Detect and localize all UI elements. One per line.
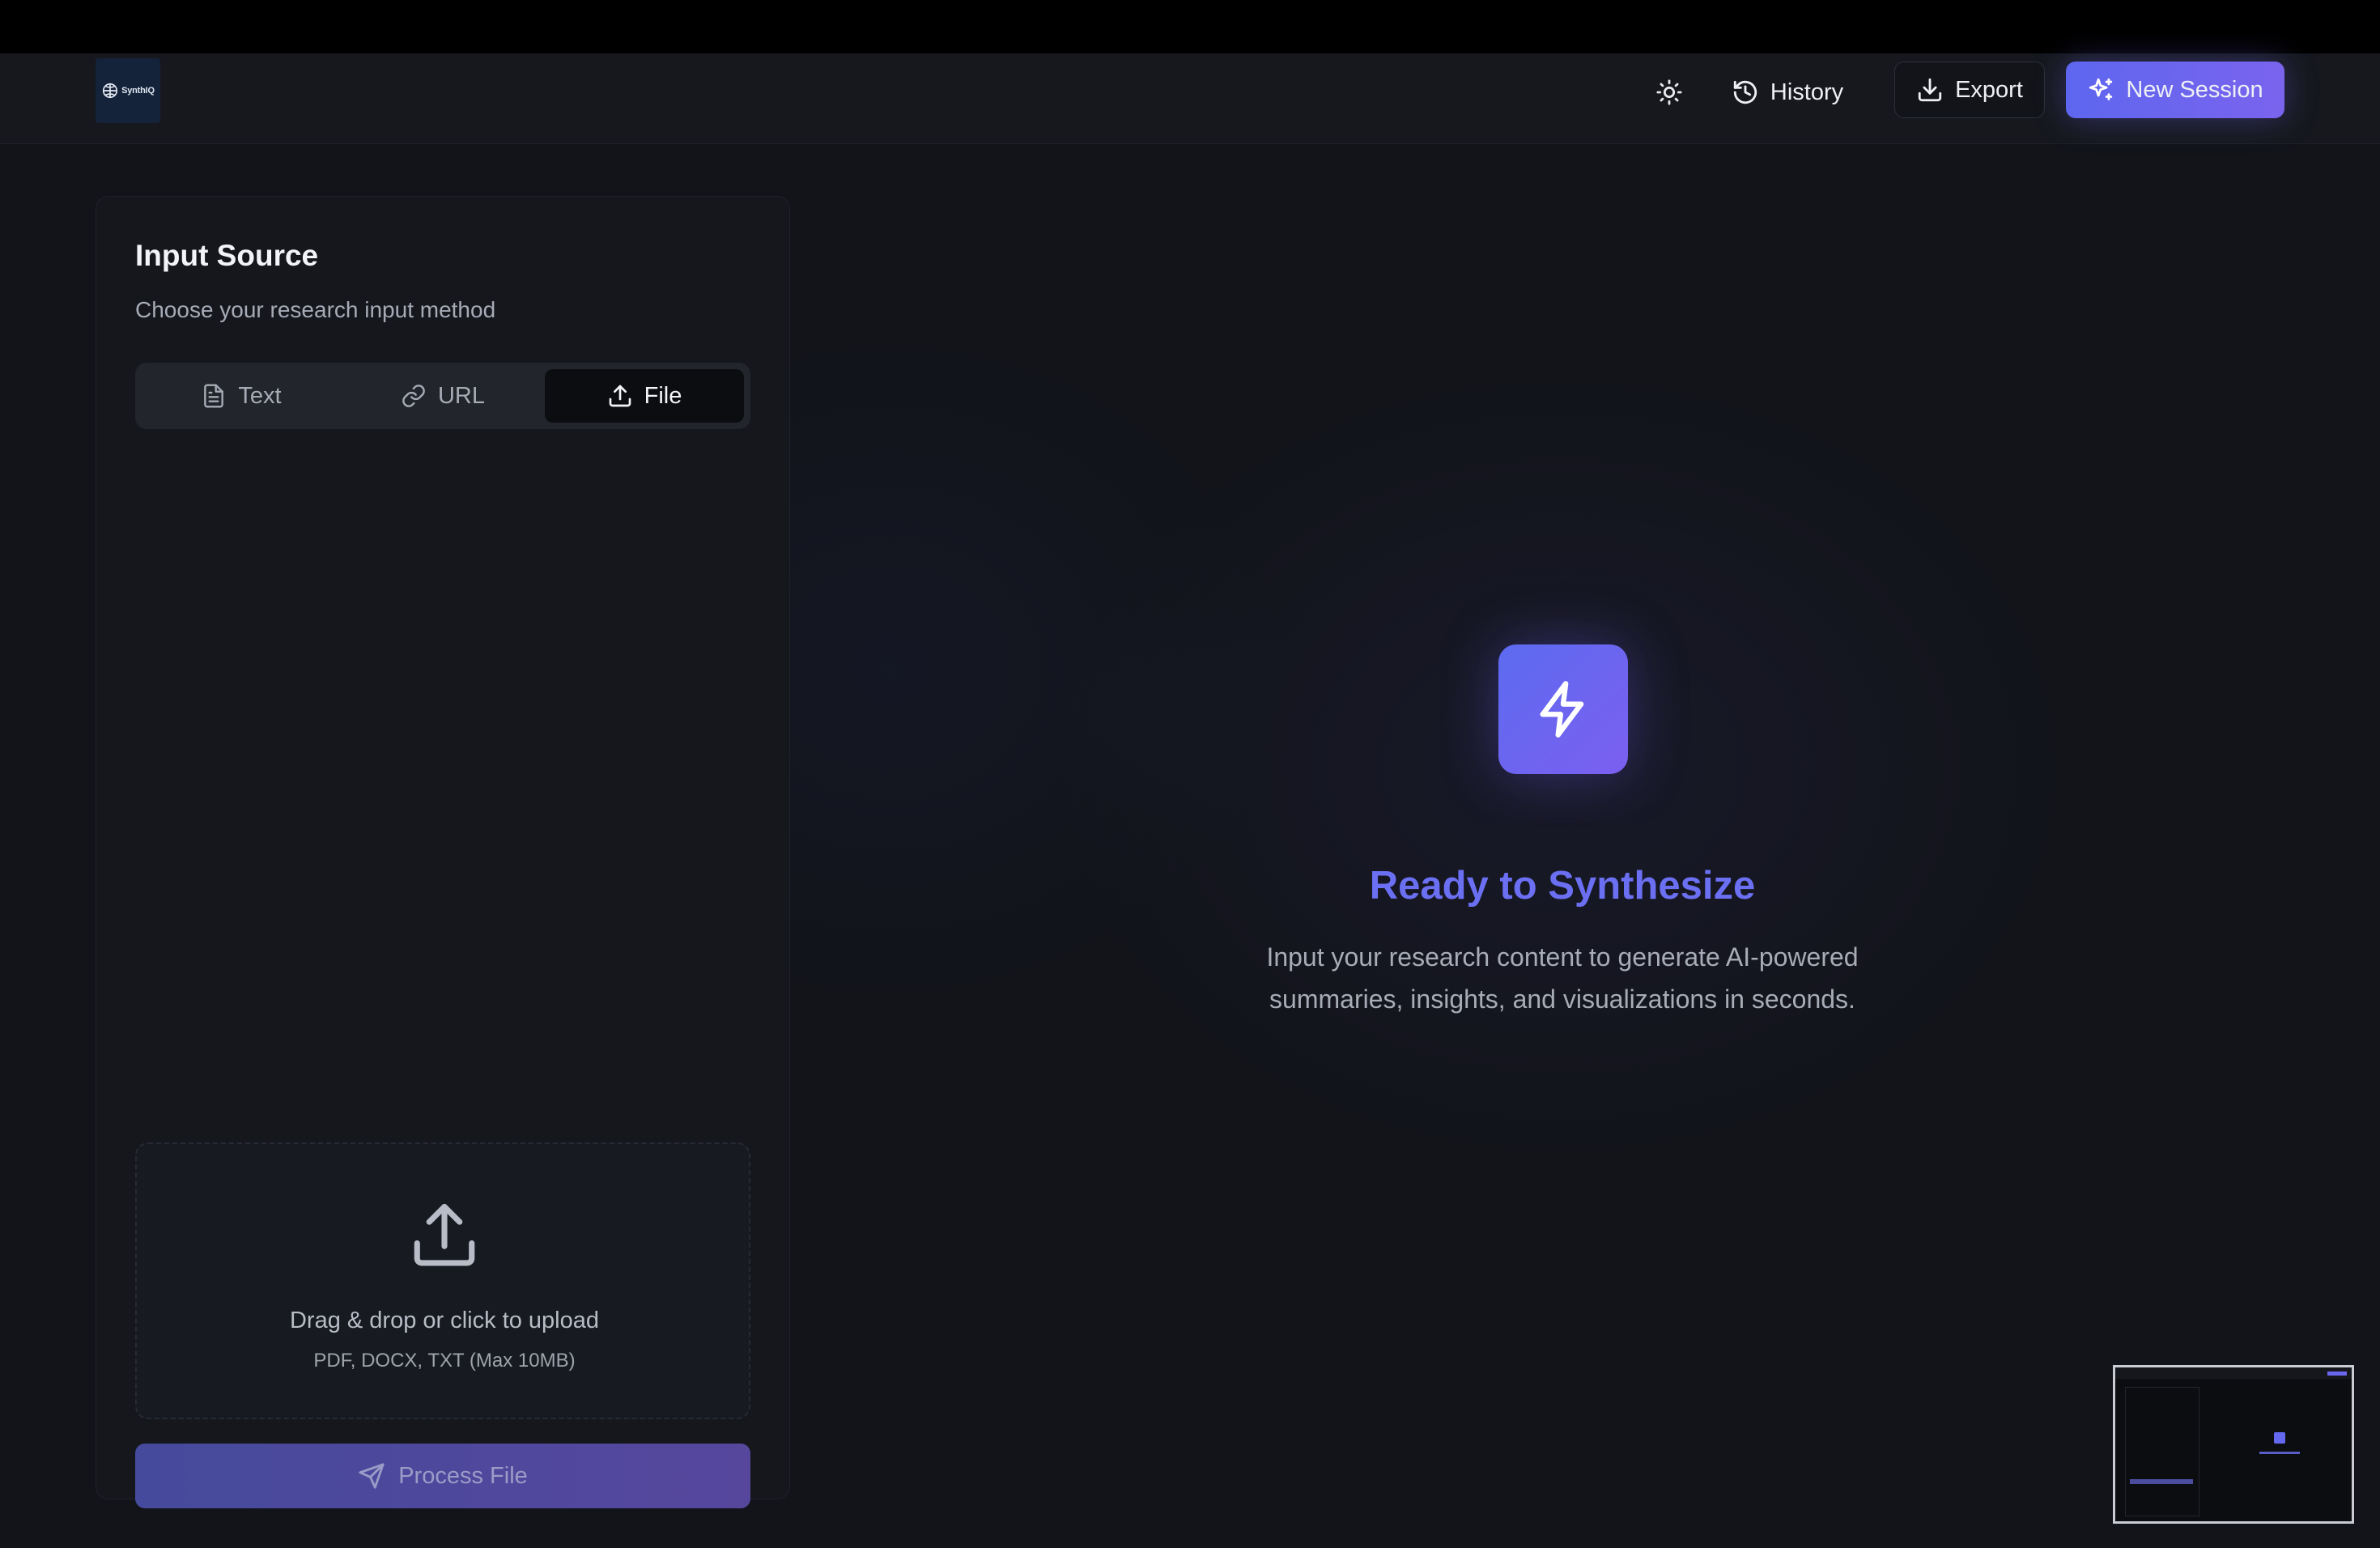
process-file-button[interactable]: Process File	[135, 1444, 750, 1508]
lightning-icon	[1540, 681, 1584, 738]
thumbnail-panel	[2125, 1387, 2199, 1516]
input-method-tabs: Text URL File	[135, 363, 750, 429]
hero-description-line-2: summaries, insights, and visualizations …	[1269, 985, 1855, 1014]
history-icon	[1733, 80, 1757, 104]
tab-file[interactable]: File	[545, 369, 744, 423]
dropzone-title: Drag & drop or click to upload	[289, 1308, 600, 1333]
thumbnail-hero-title	[2259, 1452, 2300, 1454]
new-session-label: New Session	[2126, 76, 2263, 103]
new-session-button[interactable]: New Session	[2066, 62, 2284, 118]
file-dropzone[interactable]: Drag & drop or click to upload PDF, DOCX…	[135, 1142, 750, 1419]
panel-subtitle: Choose your research input method	[135, 297, 496, 322]
file-text-icon	[204, 384, 224, 408]
brain-icon	[103, 83, 118, 99]
tab-url-label: URL	[437, 382, 485, 409]
thumbnail-hero-icon	[2274, 1432, 2285, 1444]
app-header: SynthIQ History Export New Session	[0, 53, 2380, 144]
logo-text: SynthIQ	[121, 86, 155, 96]
history-label: History	[1770, 79, 1844, 105]
sun-icon	[1656, 79, 1682, 105]
panel-title: Input Source	[135, 239, 319, 272]
tab-text[interactable]: Text	[142, 369, 341, 423]
process-file-label: Process File	[398, 1462, 528, 1489]
send-icon	[359, 1463, 385, 1489]
export-label: Export	[1955, 76, 2023, 103]
theme-toggle-button[interactable]	[1645, 68, 1694, 117]
tab-text-label: Text	[238, 382, 282, 409]
window-top-bar	[0, 0, 2380, 53]
tab-file-label: File	[644, 382, 682, 409]
upload-icon	[414, 1203, 475, 1266]
hero-badge	[1498, 644, 1628, 774]
thumbnail-process-bar	[2130, 1479, 2193, 1484]
thumbnail-button	[2327, 1372, 2347, 1376]
upload-icon	[609, 385, 631, 407]
screen-thumbnail[interactable]	[2113, 1365, 2354, 1524]
input-source-panel: Input Source Choose your research input …	[96, 196, 790, 1508]
logo[interactable]: SynthIQ	[96, 58, 160, 123]
hero-description: Input your research content to generate …	[1158, 936, 1967, 1020]
sparkles-icon	[2089, 78, 2113, 100]
export-button[interactable]: Export	[1894, 62, 2045, 118]
download-icon	[1918, 78, 1942, 102]
link-icon	[402, 385, 425, 407]
thumbnail-header	[2115, 1367, 2352, 1379]
app-root: SynthIQ History Export New Session Input…	[0, 53, 2380, 1548]
dropzone-hint: PDF, DOCX, TXT (Max 10MB)	[313, 1350, 576, 1372]
history-button[interactable]: History	[1723, 66, 1852, 118]
hero-description-line-1: Input your research content to generate …	[1266, 942, 1859, 972]
tab-url[interactable]: URL	[343, 369, 542, 423]
hero-title: Ready to Synthesize	[1369, 864, 1756, 908]
